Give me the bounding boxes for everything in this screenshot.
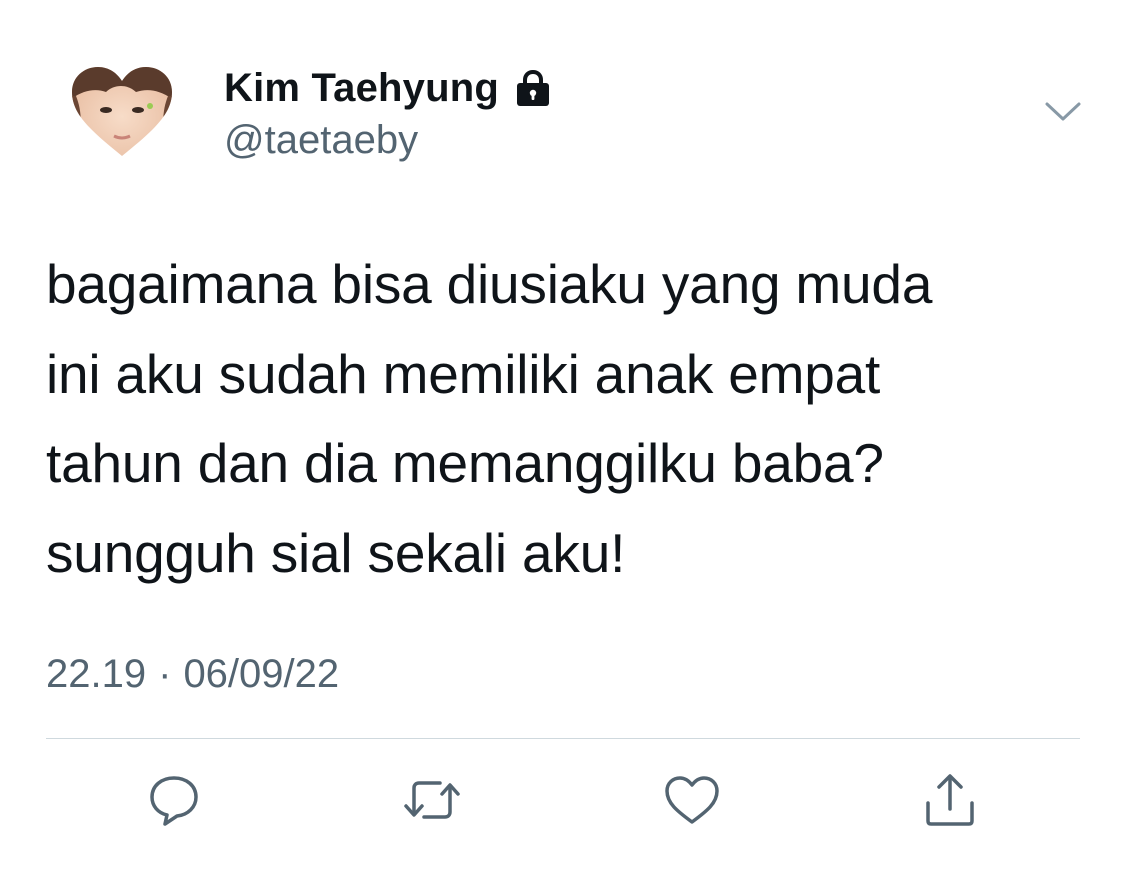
chevron-down-icon: [1045, 102, 1081, 121]
reply-icon: [150, 776, 198, 826]
tweet-date: 06/09/22: [183, 652, 340, 696]
retweet-button[interactable]: [402, 770, 462, 830]
user-handle[interactable]: @taetaeby: [224, 118, 553, 163]
reply-button[interactable]: [144, 770, 204, 830]
name-row: Kim Taehyung: [224, 62, 553, 114]
action-bar: [0, 770, 1125, 840]
heart-avatar: [72, 67, 172, 156]
tweet-time: 22.19: [46, 652, 147, 696]
tweet-card: Kim Taehyung @taetaeby bagaimana bisa di…: [0, 0, 1125, 871]
author-block: Kim Taehyung @taetaeby: [224, 62, 553, 163]
divider: [46, 738, 1080, 739]
tweet-text: bagaimana bisa diusiaku yang muda ini ak…: [46, 253, 933, 584]
like-icon: [665, 776, 719, 824]
meta-separator: ·: [158, 652, 172, 696]
avatar[interactable]: [70, 66, 174, 158]
more-menu-button[interactable]: [1044, 100, 1082, 124]
tweet-timestamp[interactable]: 22.19 · 06/09/22: [46, 652, 339, 697]
display-name[interactable]: Kim Taehyung: [224, 66, 499, 111]
like-button[interactable]: [662, 770, 722, 830]
retweet-icon: [404, 781, 460, 819]
share-button[interactable]: [920, 770, 980, 830]
share-icon: [926, 774, 974, 826]
lock-icon: [513, 68, 553, 108]
